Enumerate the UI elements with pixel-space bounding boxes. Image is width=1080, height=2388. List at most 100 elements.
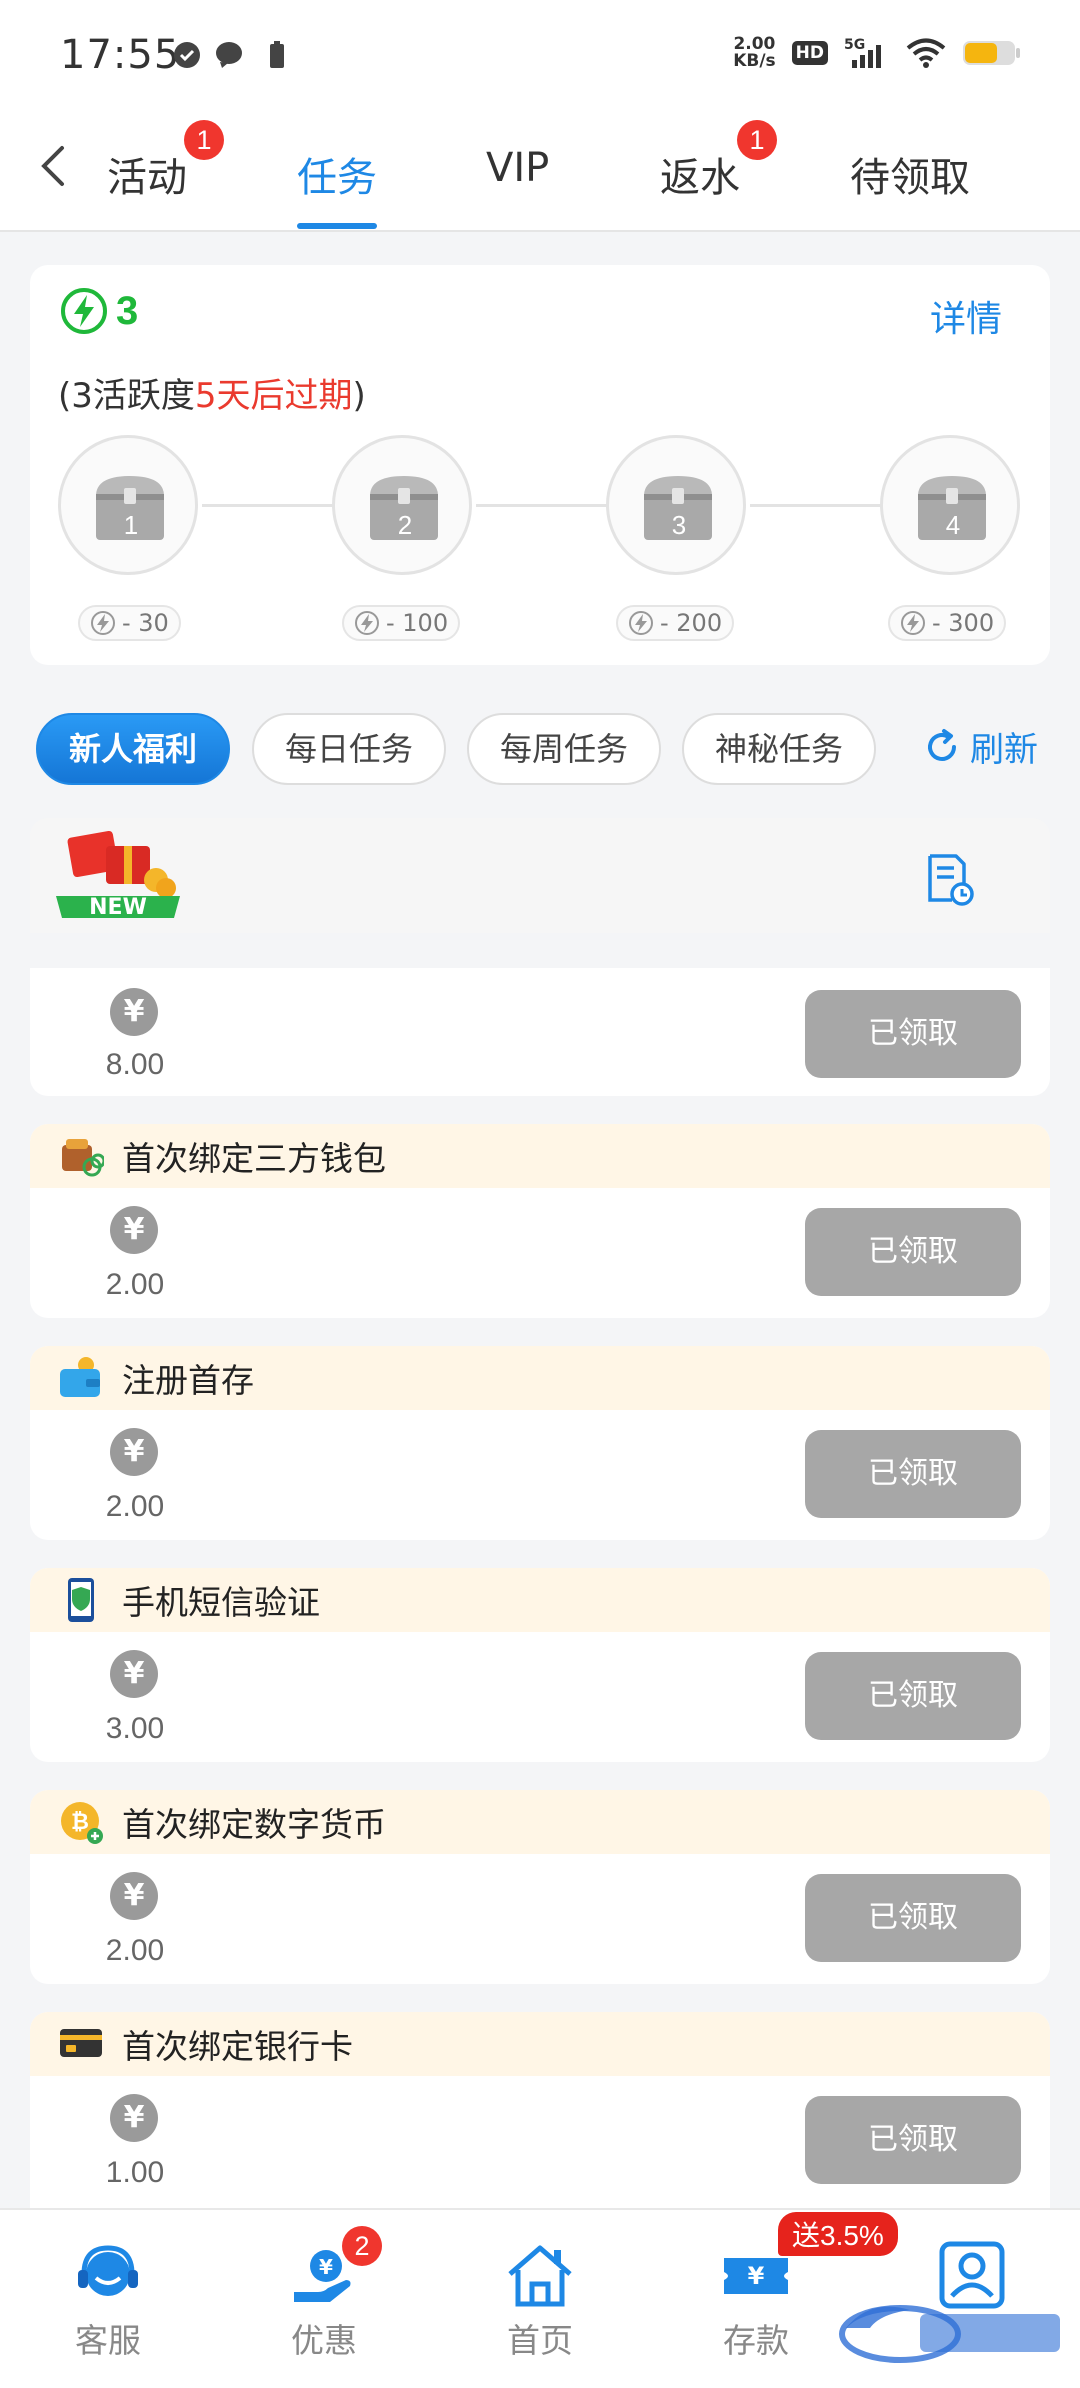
detail-link[interactable]: 详情	[930, 290, 1002, 342]
svg-text:¥: ¥	[748, 2262, 765, 2290]
task-reward-amount: 8.00	[105, 1048, 165, 1081]
task-card: 手机短信验证 ¥ 3.00 已领取	[30, 1568, 1050, 1762]
chest-1[interactable]: 1	[58, 435, 198, 575]
chest-number: 2	[397, 510, 413, 540]
task-title: 首次绑定三方钱包	[122, 1139, 386, 1178]
nav-deposit[interactable]: ¥ 存款	[686, 2240, 826, 2362]
back-arrow-icon[interactable]	[34, 142, 74, 190]
chest-3[interactable]: 3	[606, 435, 746, 575]
net-speed-unit: KB/s	[733, 51, 776, 71]
chip-weekly[interactable]: 每周任务	[467, 713, 661, 785]
activity-card: 3 详情 (3活跃度5天后过期) 1 2 3 4 - 30 - 100 - 20…	[30, 265, 1050, 665]
task-history-icon[interactable]	[924, 850, 974, 906]
chest-cost-value: - 300	[932, 609, 995, 637]
chest-cost-value: - 200	[660, 609, 723, 637]
chest-number: 3	[671, 510, 687, 540]
lightning-icon	[629, 611, 653, 635]
task-body: ¥ 8.00 已领取	[30, 968, 1050, 1096]
activity-subtitle: (3活跃度5天后过期)	[58, 368, 366, 417]
chest-cost-4: - 300	[888, 605, 1007, 641]
yen-icon: ¥	[110, 2094, 158, 2142]
task-card: 首次绑定三方钱包 ¥ 2.00 已领取	[30, 1124, 1050, 1318]
network-label: 5G	[844, 37, 865, 53]
claimed-button[interactable]: 已领取	[805, 1208, 1021, 1296]
tab-activity[interactable]: 活动	[107, 145, 187, 203]
message-icon	[216, 42, 242, 68]
tab-pending[interactable]: 待领取	[850, 145, 970, 203]
task-body: ¥ 1.00 已领取	[30, 2076, 1050, 2208]
wallet-link-icon	[62, 1139, 104, 1177]
status-bar: 17:55 2.00 KB/s HD 5G	[0, 0, 1080, 110]
claimed-button[interactable]: 已领取	[805, 1430, 1021, 1518]
hd-badge: HD	[791, 41, 828, 65]
chest-cost-value: - 100	[386, 609, 449, 637]
chest-number: 1	[123, 510, 139, 540]
task-body: ¥ 2.00 已领取	[30, 1410, 1050, 1540]
deposit-promo-tag: 送3.5%	[778, 2212, 898, 2256]
battery-small-icon	[270, 41, 284, 68]
lightning-icon	[355, 611, 379, 635]
nav-home[interactable]: 首页	[470, 2240, 610, 2362]
task-reward-amount: 3.00	[105, 1712, 165, 1745]
home-icon	[508, 2245, 572, 2307]
tab-vip[interactable]: VIP	[486, 145, 549, 191]
task-card: 首次绑定银行卡 ¥ 1.00 已领取	[30, 2012, 1050, 2208]
new-gift-icon: NEW	[56, 830, 180, 920]
nav-label: 首页	[507, 2321, 573, 2360]
chest-4[interactable]: 4	[880, 435, 1020, 575]
activity-points: 3	[60, 287, 138, 335]
refresh-icon	[928, 728, 956, 761]
chip-daily[interactable]: 每日任务	[252, 713, 446, 785]
claimed-button[interactable]: 已领取	[805, 2096, 1021, 2184]
nav-customer-service[interactable]: 客服	[38, 2240, 178, 2362]
chest-cost-1: - 30	[78, 605, 181, 641]
task-body: ¥ 3.00 已领取	[30, 1632, 1050, 1762]
bank-card-icon	[60, 2029, 102, 2057]
chip-mystery[interactable]: 神秘任务	[682, 713, 876, 785]
battery-icon	[963, 41, 1020, 65]
task-reward-amount: 2.00	[105, 1490, 165, 1523]
task-title: 手机短信验证	[122, 1583, 320, 1622]
refresh-button[interactable]: 刷新	[922, 722, 1038, 771]
bitcoin-icon: ₿	[61, 1802, 103, 1844]
task-body: ¥ 2.00 已领取	[30, 1854, 1050, 1984]
task-title: 首次绑定银行卡	[122, 2027, 353, 2066]
claimed-button[interactable]: 已领取	[805, 1652, 1021, 1740]
task-title: 首次绑定数字货币	[122, 1805, 386, 1844]
lightning-icon	[61, 288, 107, 334]
chest-cost-value: - 30	[122, 609, 169, 637]
promotions-badge: 2	[342, 2226, 382, 2266]
signal-5g-icon: 5G	[844, 37, 881, 68]
svg-text:¥: ¥	[319, 2255, 333, 2279]
top-tab-bar: 活动 1 任务 VIP 返水 1 待领取	[0, 110, 1080, 232]
tab-rebate[interactable]: 返水	[660, 145, 740, 203]
yen-icon: ¥	[110, 1650, 158, 1698]
task-title: 注册首存	[122, 1361, 254, 1400]
chip-newbie[interactable]: 新人福利	[36, 713, 230, 785]
nav-label: 客服	[75, 2321, 141, 2360]
claimed-button[interactable]: 已领取	[805, 990, 1021, 1078]
claimed-button[interactable]: 已领取	[805, 1874, 1021, 1962]
task-header: ₿ 首次绑定数字货币	[30, 1790, 1050, 1854]
chest-2[interactable]: 2	[332, 435, 472, 575]
lightning-icon	[901, 611, 925, 635]
tab-tasks[interactable]: 任务	[297, 145, 377, 203]
activity-points-value: 3	[116, 288, 139, 333]
subtitle-expiry: 5天后过期	[194, 376, 353, 416]
chest-cost-3: - 200	[616, 605, 735, 641]
chest-connector	[750, 504, 890, 507]
new-badge-text: NEW	[89, 895, 147, 920]
status-right: 2.00 KB/s HD 5G	[733, 36, 1022, 70]
yen-icon: ¥	[110, 1206, 158, 1254]
yen-icon: ¥	[110, 1428, 158, 1476]
lightning-icon	[91, 611, 115, 635]
subtitle-prefix: (3活跃度	[58, 376, 195, 416]
nav-label: 存款	[723, 2321, 789, 2360]
nav-label: 优惠	[291, 2321, 357, 2360]
task-header: 手机短信验证	[30, 1568, 1050, 1632]
task-card: ¥ 8.00 已领取	[30, 968, 1050, 1096]
tab-activity-badge: 1	[184, 120, 224, 160]
active-tab-indicator	[297, 223, 377, 229]
task-body: ¥ 2.00 已领取	[30, 1188, 1050, 1318]
watermark-logo	[839, 2305, 1060, 2363]
